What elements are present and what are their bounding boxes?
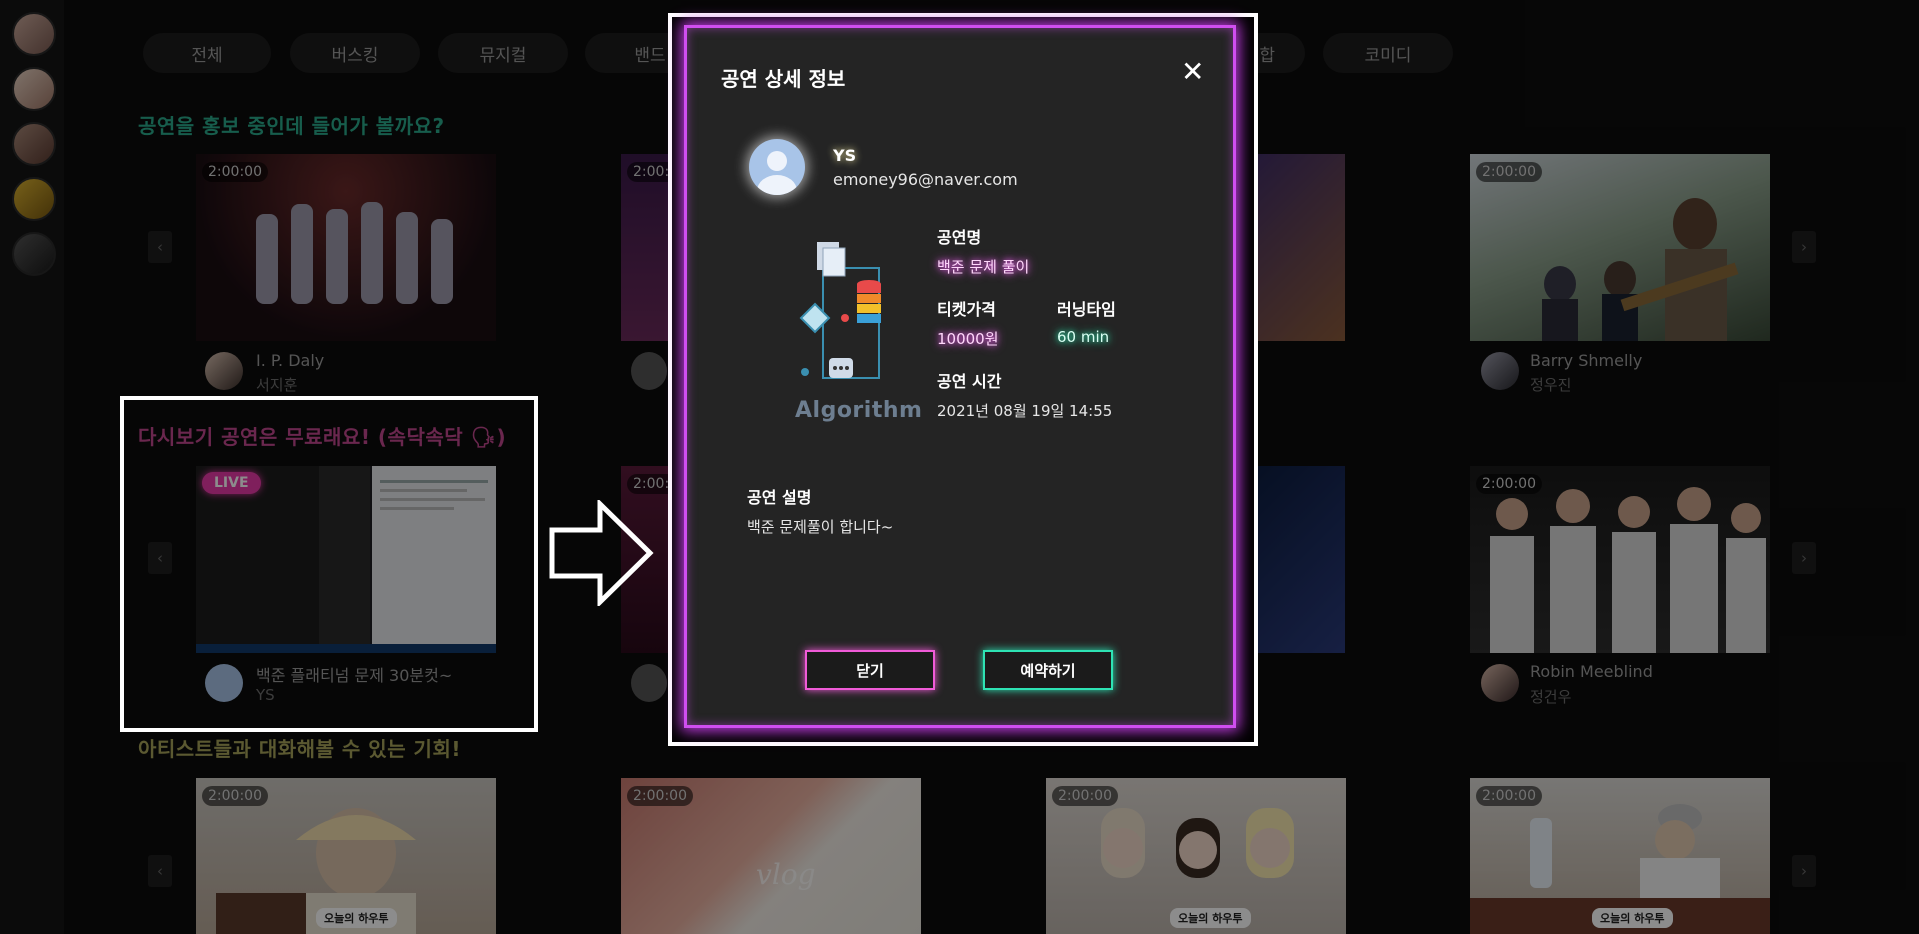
artist-rail bbox=[0, 0, 64, 934]
episode-tag: 오늘의 하우투 bbox=[316, 908, 397, 928]
video-thumbnail[interactable]: 2:00:00 bbox=[196, 154, 496, 341]
rail-avatar[interactable] bbox=[12, 232, 56, 276]
rail-avatar[interactable] bbox=[12, 122, 56, 166]
tab-all[interactable]: 전체 bbox=[143, 33, 271, 73]
vlog-watermark: vlog bbox=[756, 858, 816, 891]
avatar bbox=[1481, 664, 1519, 702]
show-name-label: 공연명 bbox=[937, 228, 982, 247]
show-name-value: 백준 문제 풀이 bbox=[937, 258, 1030, 276]
duration-badge: 2:00:00 bbox=[627, 474, 671, 494]
duration-badge: 2:00:00 bbox=[1476, 786, 1542, 806]
next-arrow[interactable]: › bbox=[1792, 231, 1816, 263]
avatar bbox=[1481, 352, 1519, 390]
episode-tag: 오늘의 하우투 bbox=[1592, 908, 1673, 928]
reserve-button[interactable]: 예약하기 bbox=[983, 650, 1113, 690]
avatar bbox=[631, 664, 667, 702]
prev-arrow[interactable]: ‹ bbox=[148, 855, 172, 887]
duration-badge: 2:00:00 bbox=[627, 786, 693, 806]
card-title[interactable]: I. P. Daly bbox=[256, 351, 324, 370]
user-icon bbox=[757, 151, 797, 195]
avatar bbox=[631, 352, 667, 390]
duration-badge: 2:00:00 bbox=[202, 162, 268, 182]
duration-badge: 2:00:00 bbox=[1052, 786, 1118, 806]
card-title[interactable]: Barry Shmelly bbox=[1530, 351, 1642, 370]
tab-comedy[interactable]: 코미디 bbox=[1323, 33, 1453, 73]
video-thumbnail[interactable]: 2:00:00 오늘의 하우투 bbox=[1470, 778, 1770, 934]
ticket-price-label: 티켓가격 bbox=[937, 300, 996, 319]
tab-musical[interactable]: 뮤지컬 bbox=[438, 33, 568, 73]
video-thumbnail[interactable]: 2:00:00 오늘의 하우투 bbox=[1046, 778, 1346, 934]
section-title-chat: 아티스트들과 대화해볼 수 있는 기회! bbox=[138, 737, 461, 761]
duration-badge: 2:00:00 bbox=[202, 786, 268, 806]
street-band-graphic bbox=[1542, 198, 1739, 341]
video-thumbnail[interactable]: 2:00:00 오늘의 하우투 bbox=[196, 778, 496, 934]
section-title-promo: 공연을 홍보 중인데 들어가 볼까요? bbox=[138, 114, 445, 138]
band-graphic bbox=[1490, 487, 1766, 653]
next-arrow[interactable]: › bbox=[1792, 855, 1816, 887]
avatar bbox=[205, 352, 243, 390]
video-thumbnail[interactable]: 2:00:00 vlog bbox=[621, 778, 921, 934]
highlight-box bbox=[120, 396, 538, 732]
episode-tag: 오늘의 하우투 bbox=[1170, 908, 1251, 928]
card-artist: 정건우 bbox=[1530, 688, 1572, 706]
rail-avatar[interactable] bbox=[12, 67, 56, 111]
rail-avatar[interactable] bbox=[12, 177, 56, 221]
running-time-value: 60 min bbox=[1057, 328, 1110, 346]
prev-arrow[interactable]: ‹ bbox=[148, 231, 172, 263]
duration-badge: 2:00:00 bbox=[1476, 474, 1542, 494]
description-label: 공연 설명 bbox=[747, 488, 812, 507]
description-value: 백준 문제풀이 합니다~ bbox=[747, 518, 894, 536]
video-thumbnail[interactable]: 2:00:00 bbox=[621, 154, 671, 341]
user-email: emoney96@naver.com bbox=[833, 170, 1018, 189]
show-time-value: 2021년 08월 19일 14:55 bbox=[937, 402, 1113, 420]
avatar bbox=[749, 139, 805, 195]
video-thumbnail[interactable]: 2:00:00 bbox=[1470, 466, 1770, 653]
close-icon[interactable]: ✕ bbox=[1181, 58, 1204, 86]
modal-title: 공연 상세 정보 bbox=[721, 67, 846, 91]
show-detail-modal: 공연 상세 정보 ✕ YS emoney96@naver.com Algorit… bbox=[684, 25, 1236, 728]
close-button[interactable]: 닫기 bbox=[805, 650, 935, 690]
running-time-label: 러닝타임 bbox=[1057, 300, 1116, 319]
show-time-label: 공연 시간 bbox=[937, 372, 1002, 391]
user-name: YS bbox=[833, 146, 857, 165]
algorithm-label: Algorithm bbox=[795, 398, 923, 423]
dancers-graphic bbox=[256, 202, 453, 304]
card-artist: 서지훈 bbox=[256, 376, 298, 394]
duration-badge: 2:00:00 bbox=[627, 162, 671, 182]
card-title[interactable]: Robin Meeblind bbox=[1530, 662, 1653, 681]
tab-busking[interactable]: 버스킹 bbox=[290, 33, 420, 73]
card-artist: 정우진 bbox=[1530, 376, 1572, 394]
right-arrow-icon bbox=[549, 500, 654, 606]
next-arrow[interactable]: › bbox=[1792, 542, 1816, 574]
video-thumbnail[interactable]: 2:00:00 bbox=[1470, 154, 1770, 341]
rail-avatar[interactable] bbox=[12, 12, 56, 56]
ticket-price-value: 10000원 bbox=[937, 330, 999, 348]
duration-badge: 2:00:00 bbox=[1476, 162, 1542, 182]
